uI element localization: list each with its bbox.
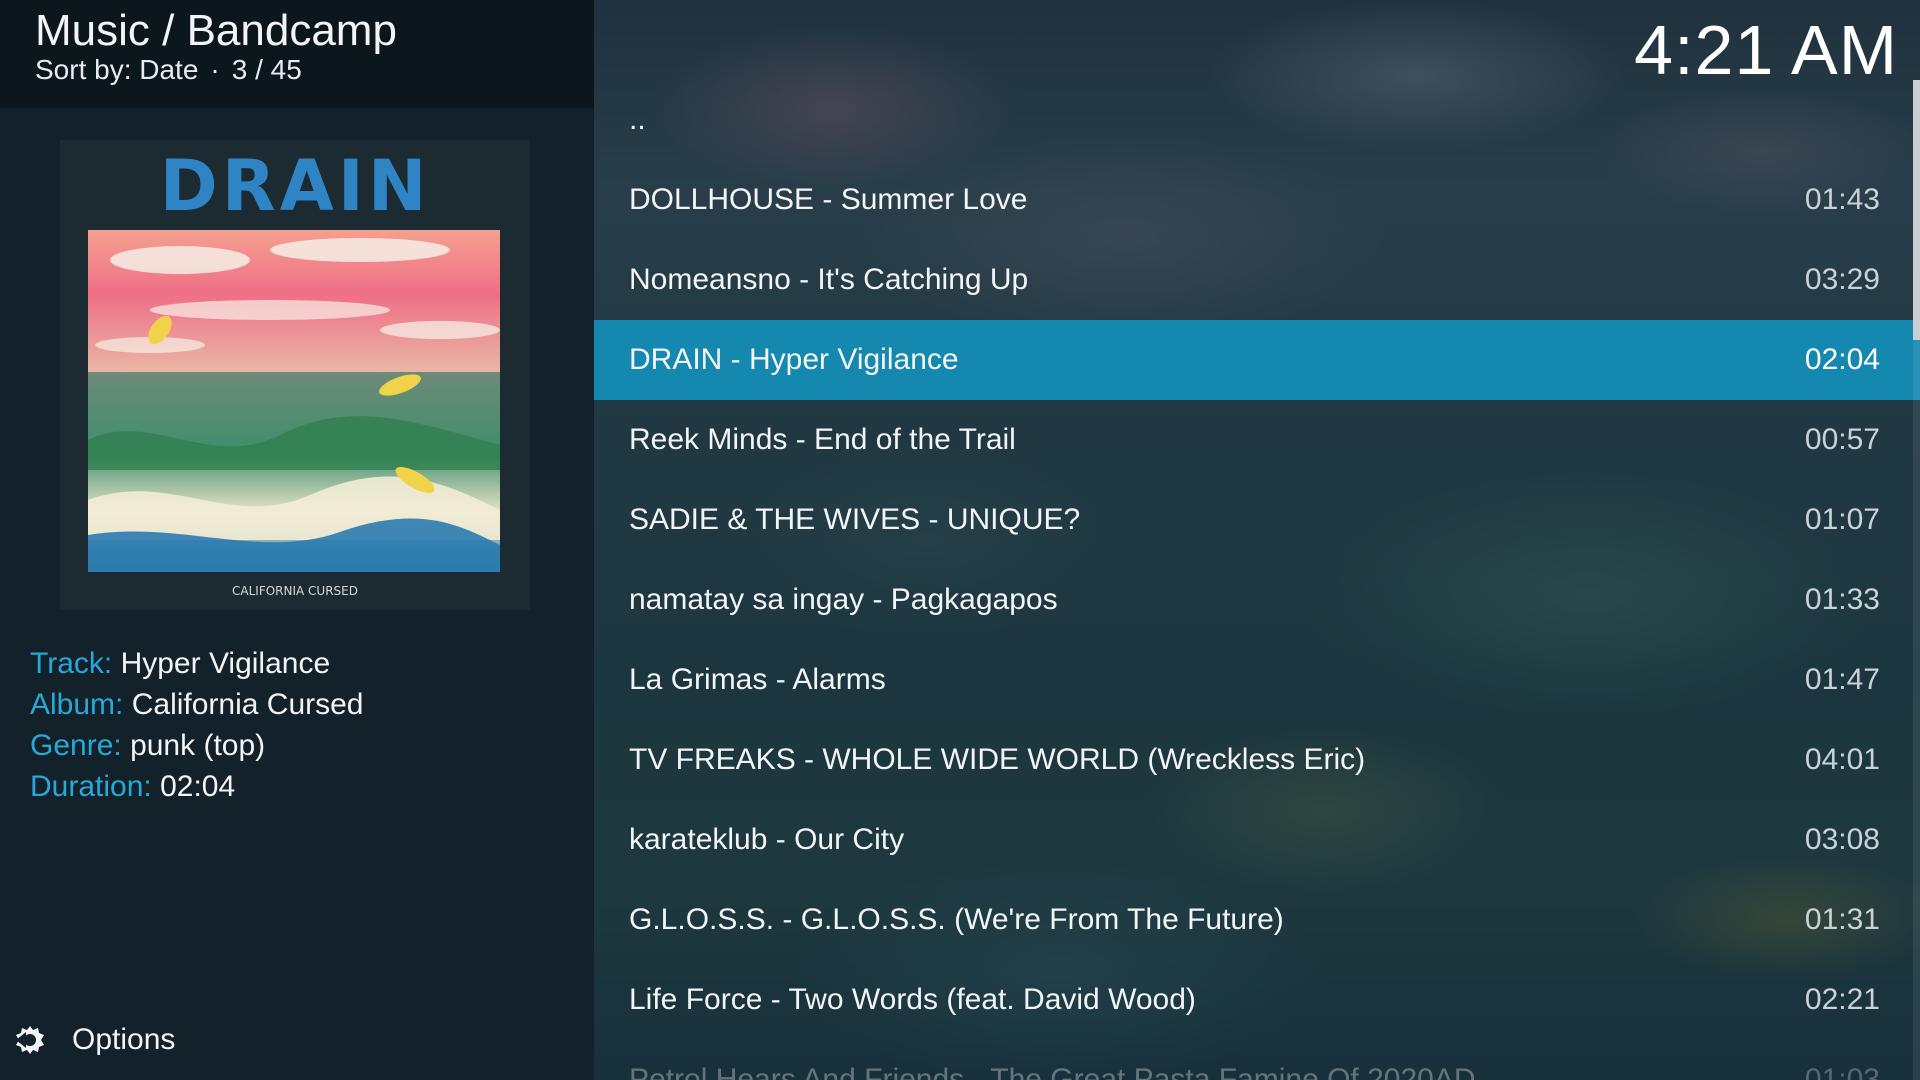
track-duration: 01:07 — [1804, 503, 1880, 536]
track-title: TV FREAKS - WHOLE WIDE WORLD (Wreckless … — [629, 743, 1366, 776]
track-title: DRAIN - Hyper Vigilance — [629, 343, 959, 376]
list-item[interactable]: G.L.O.S.S. - G.L.O.S.S. (We're From The … — [594, 880, 1920, 960]
info-album-row: Album: California Cursed — [30, 684, 364, 725]
item-position: 3 / 45 — [231, 54, 302, 85]
album-value: California Cursed — [131, 688, 364, 721]
track-duration: 04:01 — [1804, 743, 1880, 776]
track-list[interactable]: .. DOLLHOUSE - Summer Love 01:43 Nomeans… — [594, 80, 1920, 1080]
list-item[interactable]: namatay sa ingay - Pagkagapos 01:33 — [594, 560, 1920, 640]
list-item[interactable]: Petrol Hears And Friends - The Great Pas… — [594, 1040, 1920, 1080]
list-scrollbar[interactable] — [1913, 80, 1920, 1080]
separator-dot: · — [210, 54, 220, 85]
list-item[interactable]: La Grimas - Alarms 01:47 — [594, 640, 1920, 720]
sort-label: Sort by: Date — [35, 54, 199, 85]
album-band-text: DRAIN — [160, 145, 431, 227]
track-title: G.L.O.S.S. - G.L.O.S.S. (We're From The … — [629, 903, 1284, 936]
info-genre-row: Genre: punk (top) — [30, 725, 364, 766]
list-item-parent[interactable]: .. — [594, 80, 1920, 160]
track-duration: 02:21 — [1804, 983, 1880, 1016]
track-duration: 03:29 — [1804, 263, 1880, 296]
track-label: Track: — [30, 647, 113, 680]
track-duration: 01:47 — [1804, 663, 1880, 696]
track-title: karateklub - Our City — [629, 823, 905, 856]
track-title: Nomeansno - It's Catching Up — [629, 263, 1029, 296]
album-label: Album: — [30, 688, 124, 721]
info-track-row: Track: Hyper Vigilance — [30, 643, 364, 684]
list-item-selected[interactable]: DRAIN - Hyper Vigilance 02:04 — [594, 320, 1920, 400]
genre-value: punk (top) — [130, 729, 266, 762]
album-caption: CALIFORNIA CURSED — [232, 584, 358, 598]
track-info: Track: Hyper Vigilance Album: California… — [30, 643, 364, 807]
track-title: .. — [629, 103, 646, 136]
album-cover-image: DRAIN CALIFORNIA CURSED — [60, 140, 530, 610]
list-item[interactable]: Nomeansno - It's Catching Up 03:29 — [594, 240, 1920, 320]
track-title: namatay sa ingay - Pagkagapos — [629, 583, 1058, 616]
track-duration: 01:33 — [1804, 583, 1880, 616]
track-duration: 00:57 — [1804, 423, 1880, 456]
kodi-music-window: Music / Bandcamp Sort by: Date · 3 / 45 — [0, 0, 1920, 1080]
list-item[interactable]: karateklub - Our City 03:08 — [594, 800, 1920, 880]
track-value: Hyper Vigilance — [120, 647, 331, 680]
left-info-panel: Music / Bandcamp Sort by: Date · 3 / 45 — [0, 0, 594, 1080]
options-gear-icon — [16, 1026, 44, 1054]
sort-status: Sort by: Date · 3 / 45 — [35, 54, 302, 86]
info-duration-row: Duration: 02:04 — [30, 766, 364, 807]
list-item[interactable]: Life Force - Two Words (feat. David Wood… — [594, 960, 1920, 1040]
track-duration: 01:31 — [1804, 903, 1880, 936]
header-bar: Music / Bandcamp Sort by: Date · 3 / 45 — [0, 0, 594, 108]
track-duration: 01:03 — [1804, 1063, 1880, 1080]
list-item[interactable]: TV FREAKS - WHOLE WIDE WORLD (Wreckless … — [594, 720, 1920, 800]
page-title: Music / Bandcamp — [35, 6, 397, 55]
options-label: Options — [72, 1023, 176, 1056]
track-title: SADIE & THE WIVES - UNIQUE? — [629, 503, 1081, 536]
track-title: Reek Minds - End of the Trail — [629, 423, 1016, 456]
list-item[interactable]: SADIE & THE WIVES - UNIQUE? 01:07 — [594, 480, 1920, 560]
track-title: Petrol Hears And Friends - The Great Pas… — [629, 1063, 1476, 1080]
genre-label: Genre: — [30, 729, 122, 762]
duration-label: Duration: — [30, 770, 152, 803]
scrollbar-thumb[interactable] — [1913, 80, 1920, 340]
track-duration: 01:43 — [1804, 183, 1880, 216]
duration-value: 02:04 — [160, 770, 236, 803]
options-button[interactable]: Options — [12, 1022, 175, 1058]
list-item[interactable]: Reek Minds - End of the Trail 00:57 — [594, 400, 1920, 480]
track-duration: 02:04 — [1804, 343, 1880, 376]
track-title: DOLLHOUSE - Summer Love — [629, 183, 1028, 216]
list-item[interactable]: DOLLHOUSE - Summer Love 01:43 — [594, 160, 1920, 240]
track-title: La Grimas - Alarms — [629, 663, 886, 696]
clock: 4:21 AM — [1634, 11, 1898, 89]
track-title: Life Force - Two Words (feat. David Wood… — [629, 983, 1196, 1016]
track-duration: 03:08 — [1804, 823, 1880, 856]
album-art: DRAIN CALIFORNIA CURSED — [60, 140, 530, 610]
